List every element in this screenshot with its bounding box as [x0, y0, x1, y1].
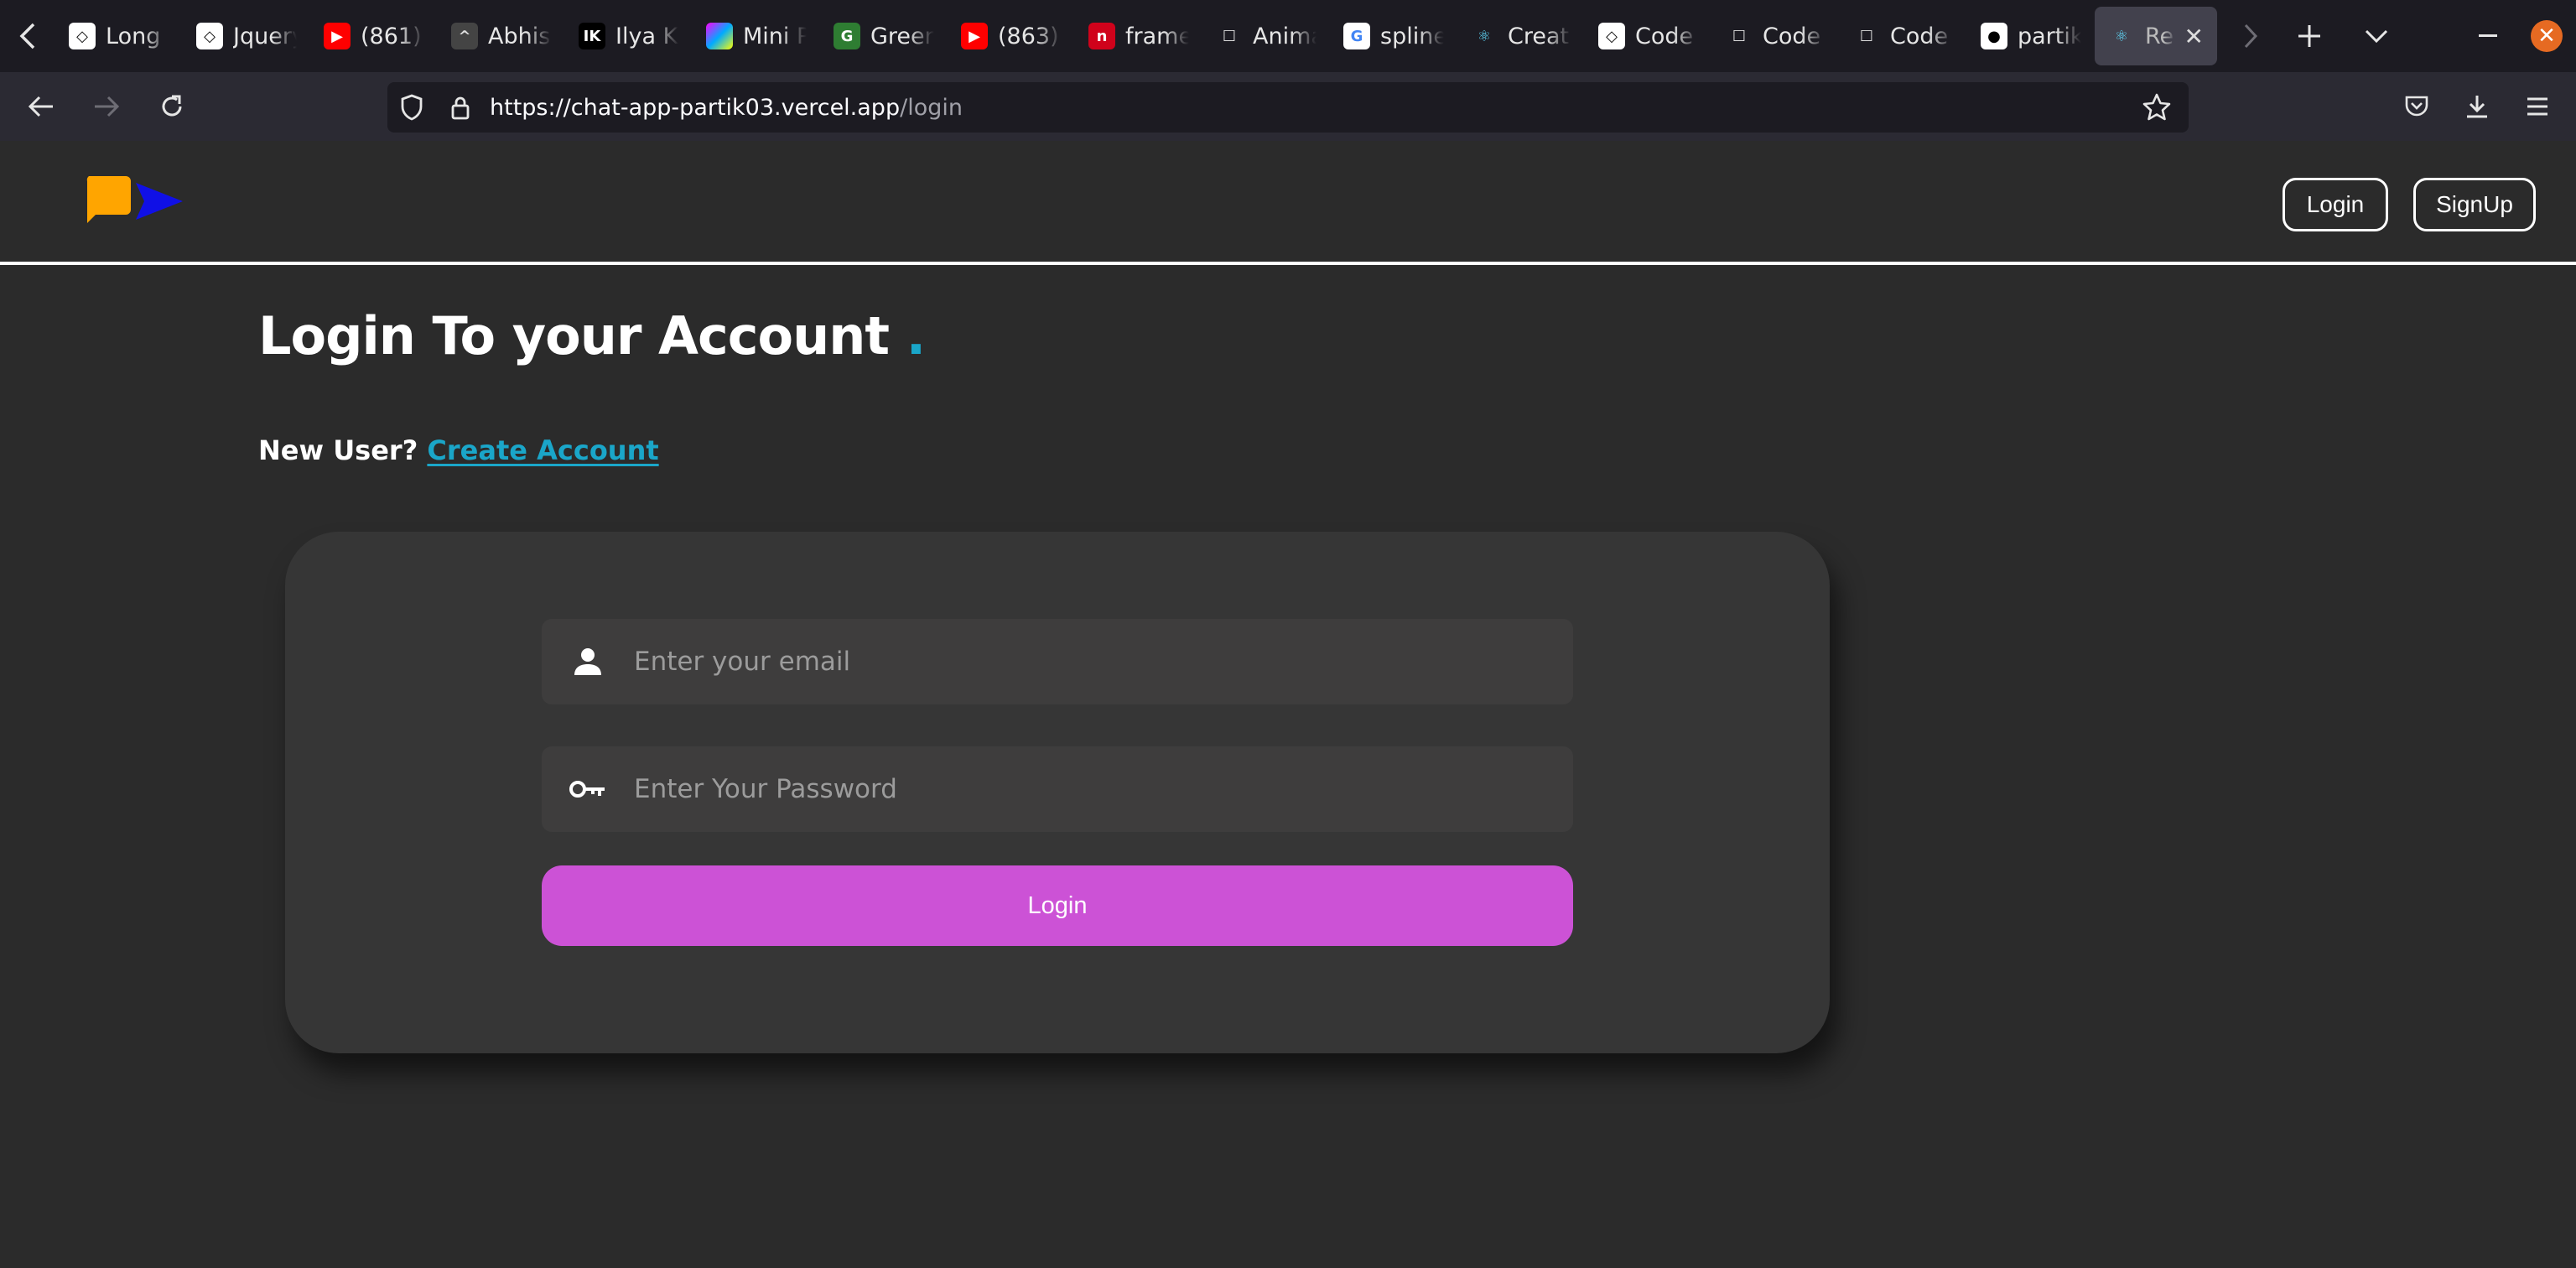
tab-title: Green — [870, 23, 934, 49]
close-icon: ✕ — [2531, 20, 2563, 52]
tab[interactable]: ☐ Anima — [1202, 7, 1330, 65]
tab[interactable]: ☐ Code — [1840, 7, 1967, 65]
bookmark-star-icon[interactable] — [2142, 92, 2172, 126]
tabs-scroll-left-icon[interactable] — [0, 0, 55, 72]
page-title-text: Login To your Account — [258, 305, 890, 366]
tabs-scroll-right-icon[interactable] — [2225, 0, 2276, 72]
tab-title: (861) — [361, 23, 422, 49]
tab-title: Mini P — [743, 23, 807, 49]
back-icon[interactable] — [8, 72, 74, 141]
youtube-icon: ▶ — [324, 23, 351, 49]
key-icon — [542, 746, 634, 832]
google-icon: G — [1343, 23, 1370, 49]
tab-strip: ◇Long◇Jquery▶(861)^AbhisIKIlya KMini PGG… — [55, 7, 2217, 65]
tab[interactable]: ☐ Code — [1712, 7, 1840, 65]
youtube-icon: ▶ — [961, 23, 988, 49]
gradient-icon — [706, 23, 733, 49]
tab-title: Abhis — [488, 23, 551, 49]
tab-active[interactable]: ⚛ Re ✕ — [2095, 7, 2217, 65]
login-card: Login — [285, 532, 1830, 1053]
tab[interactable]: Gspline — [1330, 7, 1457, 65]
tab[interactable]: n frame — [1075, 7, 1202, 65]
page-title: Login To your Account . — [258, 305, 927, 366]
lock-icon[interactable] — [436, 82, 485, 133]
tab-title: frame — [1125, 23, 1189, 49]
header-login-button[interactable]: Login — [2283, 178, 2388, 231]
tab-title: Code — [1635, 23, 1694, 49]
browser-tab-bar: ◇Long◇Jquery▶(861)^AbhisIKIlya KMini PGG… — [0, 0, 2576, 72]
codepen-icon: ◇ — [196, 23, 223, 49]
tab[interactable]: ^ Abhis — [438, 7, 565, 65]
tab-title: Creat — [1508, 23, 1570, 49]
close-window-button[interactable]: ✕ — [2517, 0, 2576, 72]
create-account-link[interactable]: Create Account — [427, 434, 658, 466]
list-all-tabs-icon[interactable] — [2343, 0, 2410, 72]
tab-title: Long — [106, 23, 161, 49]
site-header: Login SignUp — [0, 141, 2576, 265]
react-icon: ⚛ — [1477, 27, 1492, 45]
forward-icon[interactable] — [74, 72, 139, 141]
tab-title: Anima — [1253, 23, 1317, 49]
new-tab-icon[interactable] — [2276, 0, 2343, 72]
chat-logo-icon[interactable] — [84, 176, 184, 230]
github-icon: ● — [1981, 23, 2007, 49]
tab-title: spline — [1380, 23, 1444, 49]
blank-icon: ☐ — [1732, 27, 1747, 45]
tab-title: Ilya K — [615, 23, 678, 49]
codepen-icon: ◇ — [69, 23, 96, 49]
password-input[interactable] — [634, 774, 1540, 804]
tab[interactable]: IK Ilya K — [565, 7, 693, 65]
pocket-icon[interactable] — [2386, 72, 2447, 141]
tab[interactable]: ◇ Long — [55, 7, 183, 65]
url-path: /login — [900, 94, 963, 121]
header-signup-button[interactable]: SignUp — [2413, 178, 2536, 231]
tab-close-icon[interactable]: ✕ — [2184, 23, 2204, 50]
browser-nav-bar: https://chat-app-partik03.vercel.app/log… — [0, 72, 2576, 141]
green-icon: G — [834, 23, 860, 49]
blank-icon: ☐ — [1859, 27, 1874, 45]
tracking-protection-shield-icon[interactable] — [387, 82, 436, 133]
tab[interactable]: ⚛ Creat — [1457, 7, 1585, 65]
tab[interactable]: ◇ Jquery — [183, 7, 310, 65]
page-viewport: Login SignUp Login To your Account . New… — [0, 141, 2576, 1268]
password-field[interactable] — [542, 746, 1573, 832]
minimize-window-icon[interactable] — [2459, 0, 2517, 72]
tab-title: partik — [2018, 23, 2081, 49]
new-user-label: New User? — [258, 434, 418, 466]
email-field[interactable] — [542, 619, 1573, 704]
tab-title: (863) — [998, 23, 1059, 49]
tab-title: Code — [1763, 23, 1821, 49]
downloads-icon[interactable] — [2447, 72, 2507, 141]
tab[interactable]: Mini P — [693, 7, 820, 65]
blank-icon: ☐ — [1222, 27, 1237, 45]
page-title-dot: . — [906, 305, 927, 366]
reload-icon[interactable] — [139, 72, 205, 141]
codepen-icon: ◇ — [1598, 23, 1625, 49]
tab-title: Re — [2145, 23, 2174, 49]
tab[interactable]: ▶ (863) — [948, 7, 1075, 65]
circle-icon: ^ — [451, 23, 478, 49]
menu-hamburger-icon[interactable] — [2507, 72, 2568, 141]
tab[interactable]: ◇ Code — [1585, 7, 1712, 65]
login-submit-button[interactable]: Login — [542, 865, 1573, 946]
tab-title: Code — [1890, 23, 1949, 49]
url-text[interactable]: https://chat-app-partik03.vercel.app/log… — [490, 95, 963, 121]
url-bar[interactable]: https://chat-app-partik03.vercel.app/log… — [387, 82, 2189, 133]
tab[interactable]: ▶ (861) — [310, 7, 438, 65]
tab[interactable]: G Green — [820, 7, 948, 65]
tab[interactable]: ● partik — [1967, 7, 2095, 65]
framer-icon: n — [1088, 23, 1115, 49]
tab-title: Jquery — [233, 23, 297, 49]
ik-icon: IK — [579, 23, 605, 49]
email-input[interactable] — [634, 647, 1540, 677]
new-user-prompt: New User? Create Account — [258, 434, 659, 466]
url-base: https://chat-app-partik03.vercel.app — [490, 94, 901, 121]
react-icon: ⚛ — [2114, 27, 2129, 45]
user-icon — [542, 619, 634, 704]
